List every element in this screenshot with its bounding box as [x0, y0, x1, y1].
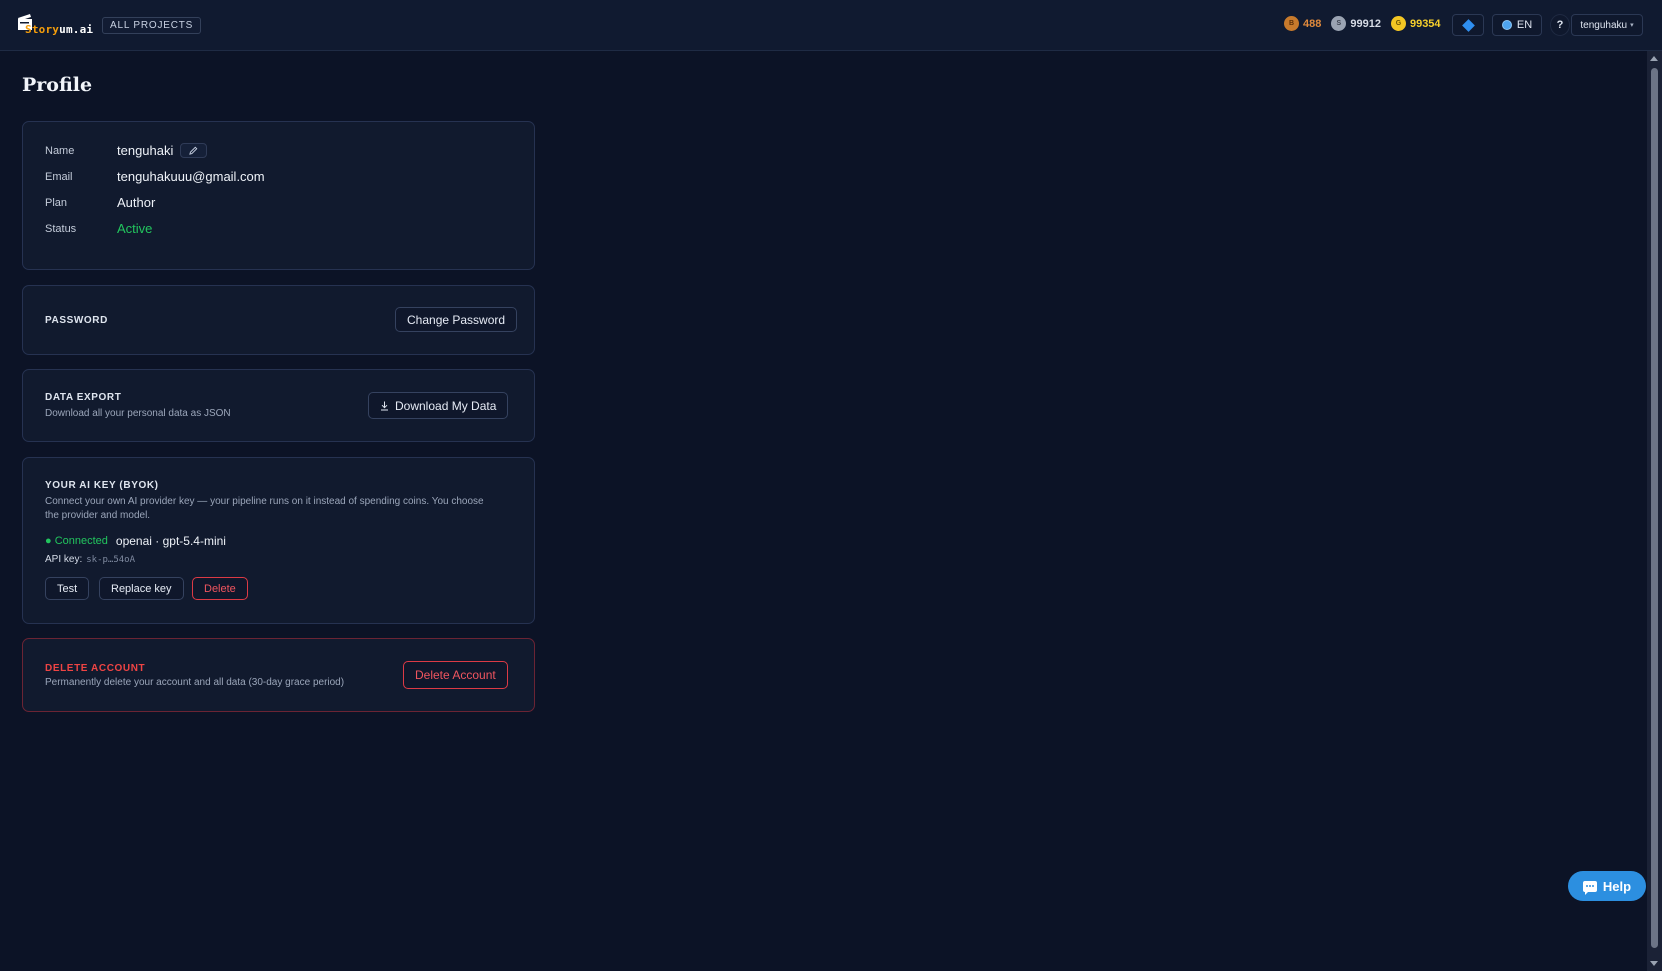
api-key-value: sk-p…54oA: [86, 554, 136, 565]
delete-account-button[interactable]: Delete Account: [403, 661, 508, 689]
gold-value: 99354: [1409, 17, 1441, 30]
name-row: Name tenguhaki: [45, 143, 208, 158]
ai-key-status-row: ● Connected openai · gpt-5.4-mini: [45, 534, 226, 548]
download-my-data-button[interactable]: Download My Data: [368, 392, 509, 419]
premium-button[interactable]: [1452, 14, 1484, 36]
help-chat-button[interactable]: Help: [1568, 871, 1646, 901]
download-icon: [381, 401, 388, 410]
data-export-card: DATA EXPORT Download all your personal d…: [22, 369, 535, 442]
email-value: tenguhakuuu@gmail.com: [117, 169, 265, 184]
logo[interactable]: Storyum.ai: [17, 13, 93, 39]
logo-text: Storyum.ai: [25, 23, 93, 36]
page-scrollbar[interactable]: [1647, 51, 1662, 971]
delete-account-card: DELETE ACCOUNT Permanently delete your a…: [22, 638, 535, 712]
silver-value: 99912: [1350, 17, 1381, 30]
silver-balance: S 99912: [1331, 16, 1381, 31]
replace-key-button[interactable]: Replace key: [99, 577, 184, 600]
edit-name-button[interactable]: [180, 143, 208, 158]
logo-prefix: Story: [25, 23, 60, 36]
diamond-icon: [1461, 18, 1475, 32]
email-label: Email: [45, 170, 73, 183]
connected-status: ● Connected: [45, 535, 108, 547]
password-card: PASSWORD Change Password: [22, 285, 535, 355]
delete-account-description: Permanently delete your account and all …: [45, 677, 345, 688]
language-label: EN: [1516, 19, 1533, 31]
name-label: Name: [45, 144, 75, 157]
globe-icon: [1501, 20, 1512, 30]
delete-key-button[interactable]: Delete: [192, 577, 248, 600]
profile-info-card: Name tenguhaki Email tenguhakuuu@gmail.c…: [22, 121, 535, 270]
data-export-title: DATA EXPORT: [45, 392, 122, 403]
ai-key-card: YOUR AI KEY (BYOK) Connect your own AI p…: [22, 457, 535, 624]
page-title: Profile: [22, 74, 93, 96]
chevron-down-icon: ▾: [1630, 22, 1634, 29]
status-badge: Active: [117, 221, 153, 236]
bronze-balance: B 488: [1284, 16, 1321, 31]
bronze-value: 488: [1303, 17, 1322, 30]
delete-account-title: DELETE ACCOUNT: [45, 663, 146, 674]
plan-value: Author: [117, 195, 156, 210]
status-row: Status Active: [45, 221, 152, 236]
plan-row: Plan Author: [45, 195, 155, 210]
ai-key-title: YOUR AI KEY (BYOK): [45, 480, 159, 491]
gold-balance: G 99354: [1390, 16, 1441, 31]
scroll-down-arrow-icon[interactable]: [1650, 961, 1658, 966]
chat-icon: [1582, 880, 1597, 895]
currency-balances: B 488 S 99912 G 99354: [1284, 16, 1441, 31]
user-menu-button[interactable]: tenguhaku ▾: [1571, 14, 1643, 36]
plan-label: Plan: [45, 196, 68, 209]
name-value: tenguhaki: [117, 143, 174, 158]
api-key-row: API key: sk-p…54oA: [45, 554, 135, 565]
help-chat-label: Help: [1602, 878, 1632, 894]
top-bar: Storyum.ai ALL PROJECTS B 488 S 99912 G …: [0, 0, 1662, 51]
help-question-button[interactable]: ?: [1550, 14, 1570, 36]
ai-key-description: Connect your own AI provider key — your …: [45, 495, 484, 523]
data-export-description: Download all your personal data as JSON: [45, 408, 231, 419]
scrollbar-thumb[interactable]: [1651, 68, 1658, 948]
provider-model: openai · gpt-5.4-mini: [115, 534, 226, 548]
silver-coin-icon: S: [1331, 16, 1347, 31]
email-row: Email tenguhakuuu@gmail.com: [45, 169, 265, 184]
pencil-icon: [189, 146, 198, 155]
gold-coin-icon: G: [1390, 16, 1406, 31]
scroll-up-arrow-icon[interactable]: [1650, 56, 1658, 61]
status-label: Status: [45, 222, 77, 235]
download-my-data-label: Download My Data: [395, 398, 497, 413]
ai-key-description-line-1: Connect your own AI provider key — your …: [45, 496, 484, 507]
test-key-button[interactable]: Test: [45, 577, 90, 600]
ai-key-description-line-2: the provider and model.: [45, 510, 151, 521]
password-title: PASSWORD: [45, 315, 108, 326]
api-key-label: API key:: [45, 554, 83, 565]
username: tenguhaku: [1580, 19, 1628, 31]
change-password-button[interactable]: Change Password: [395, 307, 518, 332]
all-projects-button[interactable]: ALL PROJECTS: [102, 17, 202, 34]
language-selector[interactable]: EN: [1492, 14, 1542, 36]
logo-suffix: um.ai: [59, 23, 94, 36]
bronze-coin-icon: B: [1284, 16, 1299, 31]
